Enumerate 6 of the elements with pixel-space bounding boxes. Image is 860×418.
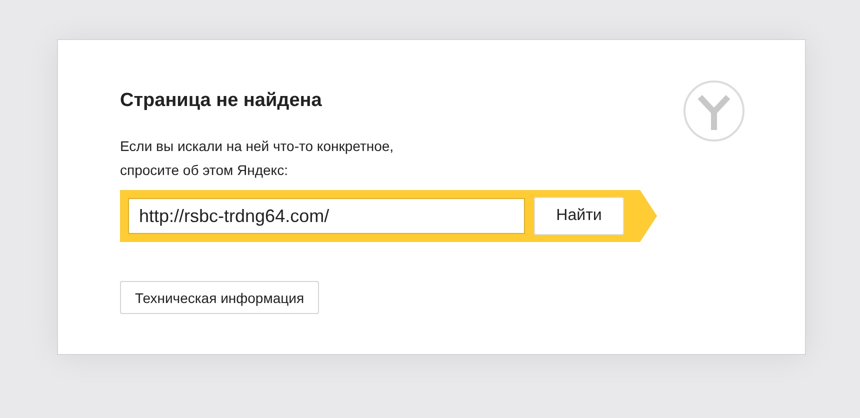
- technical-info-button[interactable]: Техническая информация: [120, 281, 320, 314]
- search-button[interactable]: Найти: [534, 197, 624, 235]
- browser-logo-icon: [683, 80, 745, 142]
- error-message: Если вы искали на ней что-то конкретное, спросите об этом Яндекс:: [120, 137, 394, 180]
- search-field[interactable]: http://rsbc-trdng64.com/: [128, 198, 525, 234]
- error-title: Страница не найдена: [120, 90, 322, 112]
